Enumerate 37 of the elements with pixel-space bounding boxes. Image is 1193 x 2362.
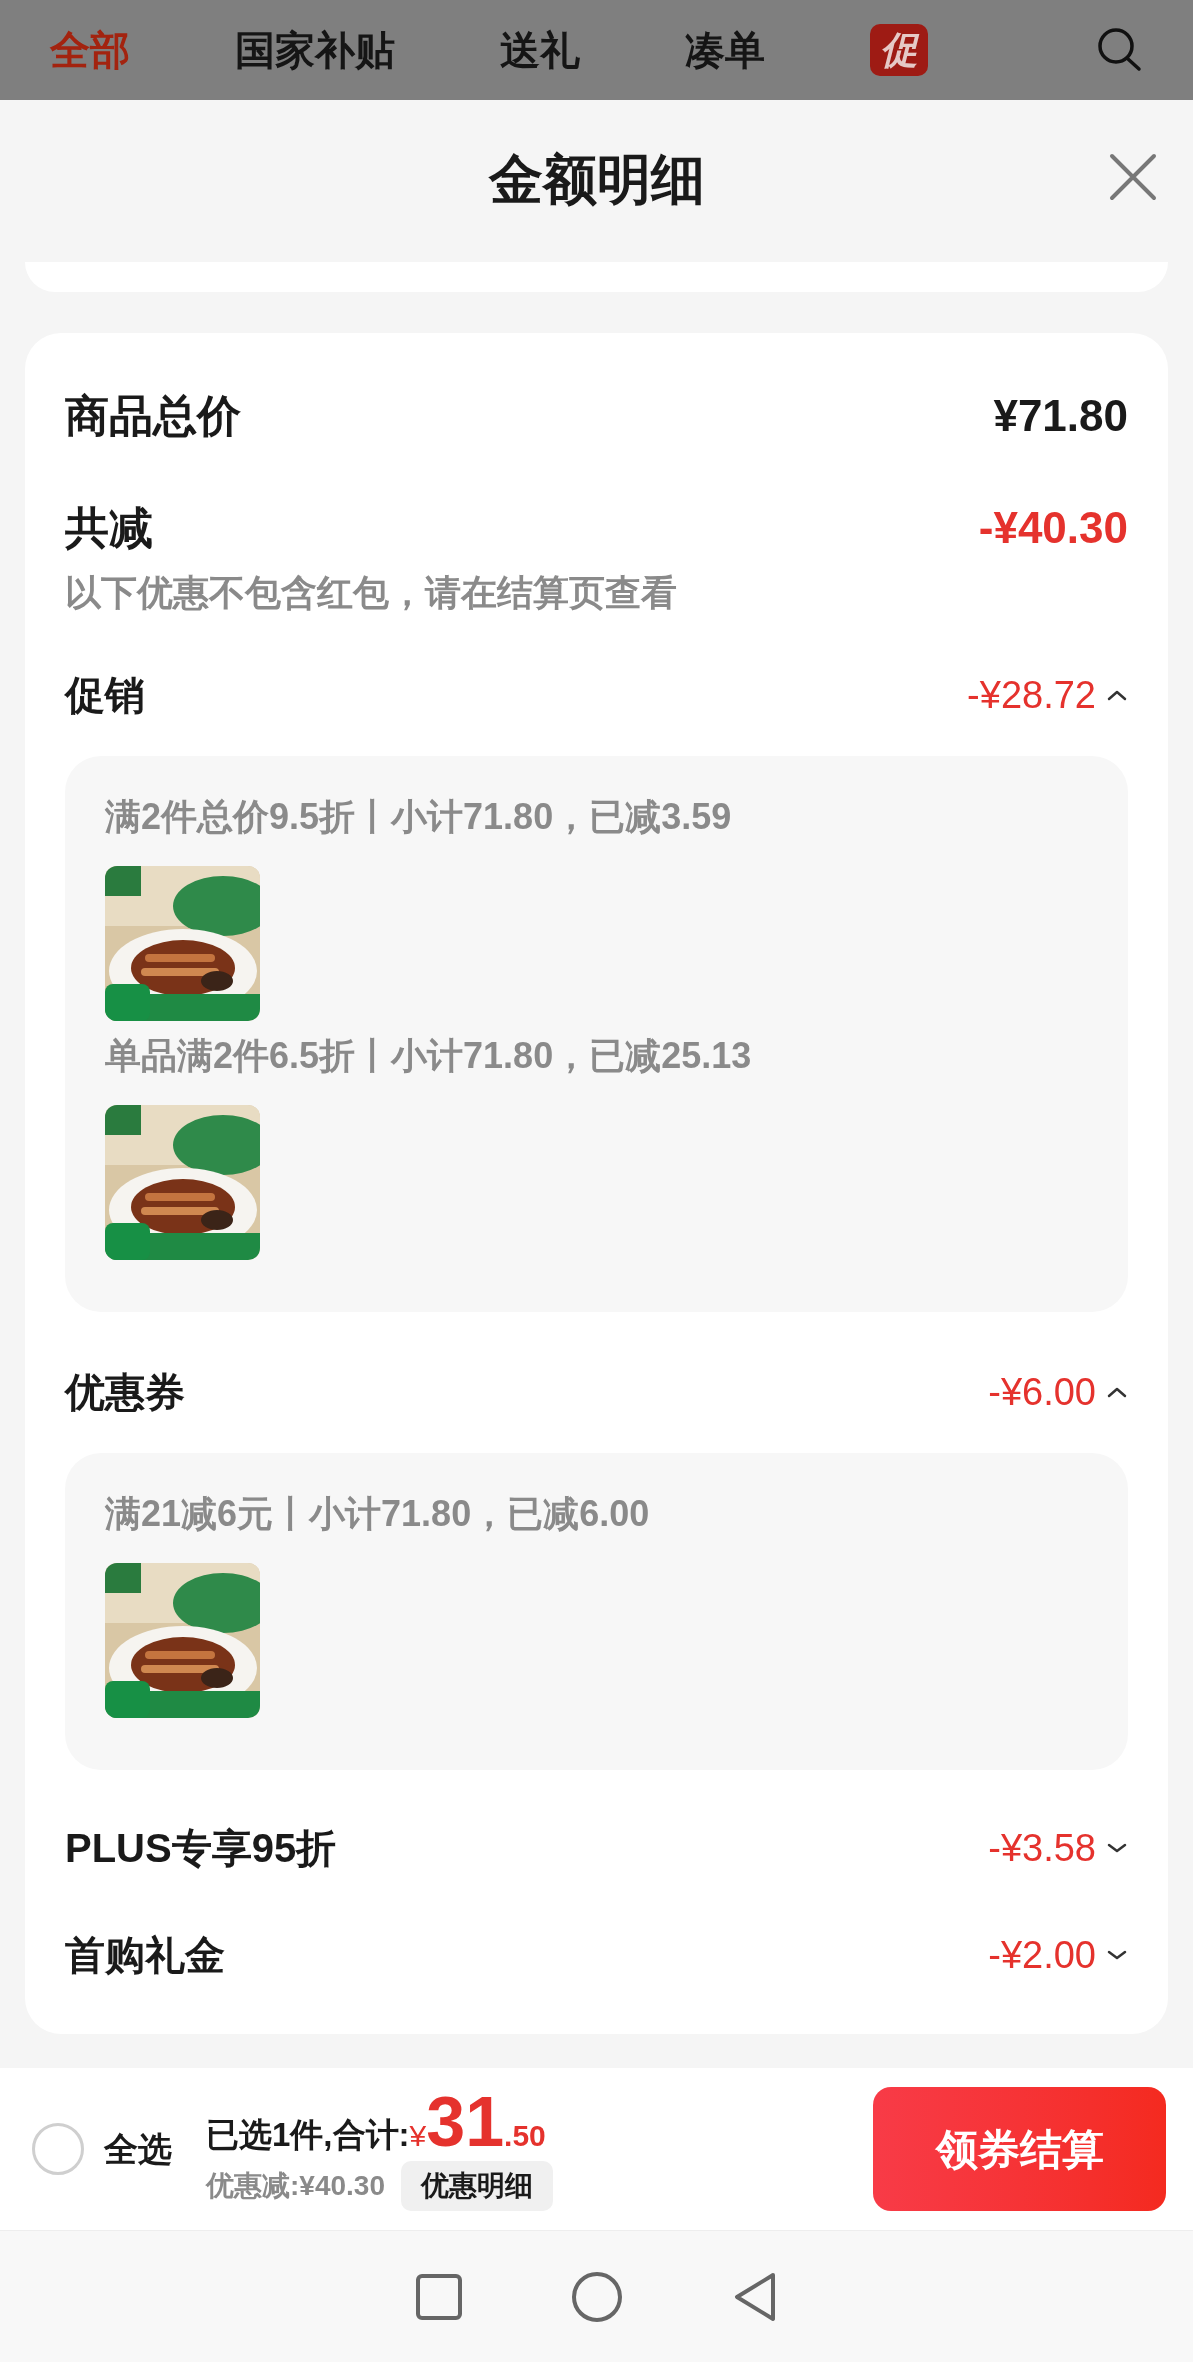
discount-value: -¥28.72 bbox=[967, 672, 1096, 718]
total-label: 商品总价 bbox=[65, 390, 241, 442]
category-tab[interactable]: 国家补贴 bbox=[235, 20, 395, 80]
promo-rule-text: 满2件总价9.5折丨小计71.80，已减3.59 bbox=[105, 795, 732, 839]
recent-apps-icon[interactable] bbox=[414, 2272, 463, 2321]
close-icon[interactable] bbox=[1108, 152, 1158, 202]
reduce-label: 共减 bbox=[65, 502, 153, 554]
select-all-checkbox[interactable] bbox=[32, 2123, 84, 2175]
promo-rule-text: 单品满2件6.5折丨小计71.80，已减25.13 bbox=[105, 1034, 752, 1078]
price-integer: 31 bbox=[426, 2086, 505, 2157]
discount-label: 首购礼金 bbox=[65, 1932, 225, 1979]
discount-value: -¥2.00 bbox=[988, 1932, 1096, 1978]
discount-row[interactable]: 优惠券 -¥6.00 bbox=[65, 1362, 1128, 1422]
category-tab[interactable]: 凑单 bbox=[685, 20, 765, 80]
promo-rule-text: 满21减6元丨小计71.80，已减6.00 bbox=[105, 1492, 650, 1536]
selected-summary: 已选1件,合计: bbox=[206, 2114, 410, 2155]
discount-value: -¥6.00 bbox=[988, 1369, 1096, 1415]
checkout-button[interactable]: 领券结算 bbox=[873, 2087, 1166, 2211]
discount-label: 促销 bbox=[65, 672, 145, 719]
discount-label: 优惠券 bbox=[65, 1369, 185, 1416]
sheet-title: 金额明细 bbox=[488, 147, 705, 211]
discount-row[interactable]: 促销 -¥28.72 bbox=[65, 665, 1128, 725]
price-decimal: .50 bbox=[504, 2117, 546, 2154]
reduce-value: -¥40.30 bbox=[978, 502, 1128, 554]
discount-row[interactable]: 首购礼金 -¥2.00 bbox=[65, 1925, 1128, 1985]
currency-symbol: ¥ bbox=[409, 2118, 427, 2154]
category-tab[interactable]: 送礼 bbox=[500, 20, 580, 80]
home-icon[interactable] bbox=[570, 2270, 623, 2323]
discount-detail-button[interactable]: 优惠明细 bbox=[400, 2161, 553, 2212]
discount-value: -¥3.58 bbox=[988, 1825, 1096, 1871]
discount-total: 优惠减:¥40.30 bbox=[206, 2169, 385, 2204]
discount-label: PLUS专享95折 bbox=[65, 1825, 337, 1872]
total-value: ¥71.80 bbox=[993, 390, 1128, 442]
discount-row[interactable]: PLUS专享95折 -¥3.58 bbox=[65, 1818, 1128, 1878]
select-all-label[interactable]: 全选 bbox=[104, 2123, 172, 2175]
note-text: 以下优惠不包含红包，请在结算页查看 bbox=[65, 571, 677, 615]
promo-badge[interactable]: 促 bbox=[870, 24, 928, 76]
